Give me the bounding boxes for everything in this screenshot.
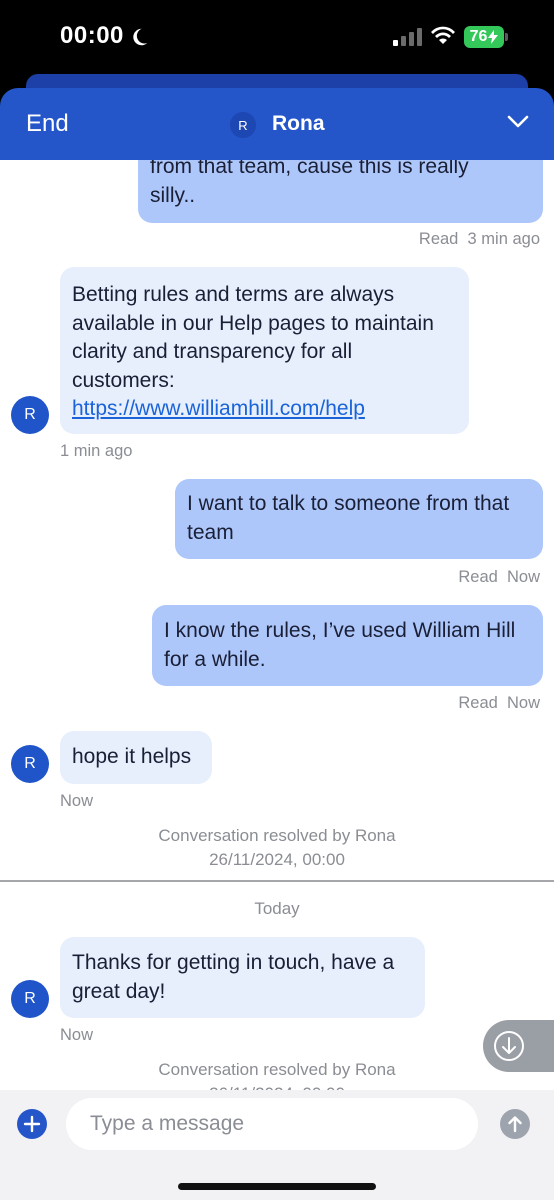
message-text: Betting rules and terms are always avail… [72, 283, 434, 392]
send-button[interactable] [500, 1109, 530, 1139]
day-divider [0, 880, 554, 882]
agent-avatar: R [11, 980, 49, 1018]
resolution-notice: Conversation resolved by Rona 26/11/2024… [0, 824, 554, 872]
agent-message-bubble: hope it helps [60, 731, 212, 784]
agent-name: Rona [272, 112, 325, 135]
message-list[interactable]: from that team, cause this is really sil… [0, 160, 554, 1090]
end-chat-button[interactable]: End [26, 110, 69, 138]
signal-icon [393, 28, 422, 46]
message-line: silly.. [150, 183, 196, 207]
agent-avatar: R [11, 745, 49, 783]
message-time: Now [506, 694, 540, 712]
user-message-bubble: I want to talk to someone from that team [175, 479, 543, 559]
user-message-bubble: I know the rules, I’ve used William Hill… [152, 605, 543, 686]
chevron-down-icon[interactable] [506, 114, 530, 130]
message-text: hope it helps [72, 745, 192, 768]
message-text: Thanks for getting in touch, have a grea… [72, 951, 395, 1003]
resolution-text: Conversation resolved by Rona [158, 826, 396, 845]
message-line: from that team, cause this is really [150, 160, 469, 178]
resolution-date: 26/11/2024, 00:00 [0, 1082, 554, 1090]
user-message-bubble: from that team, cause this is really sil… [138, 160, 543, 223]
arrow-up-icon [508, 1116, 522, 1133]
message-text: I want to talk to someone from that team [187, 492, 510, 544]
add-attachment-button[interactable] [17, 1109, 47, 1139]
status-time: 00:00 [60, 22, 124, 49]
agent-avatar: R [11, 396, 49, 434]
wifi-icon [431, 26, 455, 44]
message-text: I know the rules, I’ve used William Hill… [164, 619, 516, 671]
arrow-down-circle-icon [494, 1031, 524, 1061]
read-receipt: Read Now [458, 568, 540, 587]
help-link[interactable]: https://www.williamhill.com/help [72, 397, 365, 420]
message-time: Now [60, 1026, 94, 1044]
day-label: Today [254, 899, 300, 918]
read-status: Read [458, 694, 498, 712]
read-receipt: Read 3 min ago [419, 230, 540, 249]
plus-icon [23, 1115, 41, 1133]
read-receipt: Read Now [458, 694, 540, 713]
battery-indicator: 76 [464, 26, 504, 48]
chat-header: End R Rona [0, 88, 554, 160]
message-composer [0, 1090, 554, 1200]
resolution-date: 26/11/2024, 00:00 [209, 850, 345, 869]
agent-message-bubble: Betting rules and terms are always avail… [60, 267, 469, 434]
header-avatar: R [230, 112, 256, 138]
message-time: 1 min ago [60, 442, 133, 460]
message-time: Now [60, 792, 94, 810]
battery-cap [505, 33, 508, 41]
message-input[interactable] [66, 1098, 478, 1150]
read-status: Read [418, 230, 459, 248]
scroll-to-bottom-button[interactable] [483, 1020, 554, 1072]
home-indicator [178, 1183, 376, 1190]
charging-bolt-icon [488, 30, 499, 44]
resolution-notice: Conversation resolved by Rona 26/11/2024… [0, 1058, 554, 1090]
agent-message-bubble: Thanks for getting in touch, have a grea… [60, 937, 425, 1018]
message-time: Now [506, 568, 540, 586]
message-time: 3 min ago [467, 230, 540, 248]
status-bar: 00:00 76 [0, 0, 554, 78]
resolution-text: Conversation resolved by Rona [158, 1060, 396, 1079]
battery-level: 76 [469, 28, 488, 45]
read-status: Read [458, 568, 498, 586]
moon-icon [133, 28, 148, 46]
